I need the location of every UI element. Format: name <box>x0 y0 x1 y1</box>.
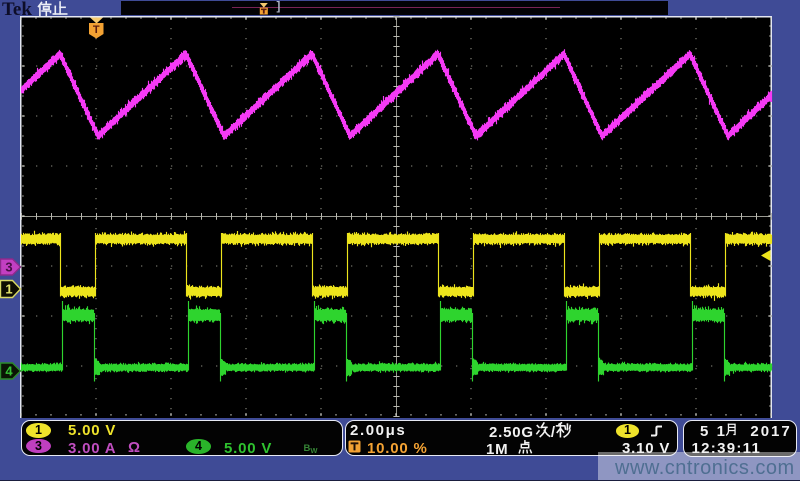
svg-text:1: 1 <box>5 281 12 296</box>
svg-text:4: 4 <box>5 363 13 378</box>
svg-text:3: 3 <box>5 259 12 274</box>
svg-text:T: T <box>93 24 100 36</box>
